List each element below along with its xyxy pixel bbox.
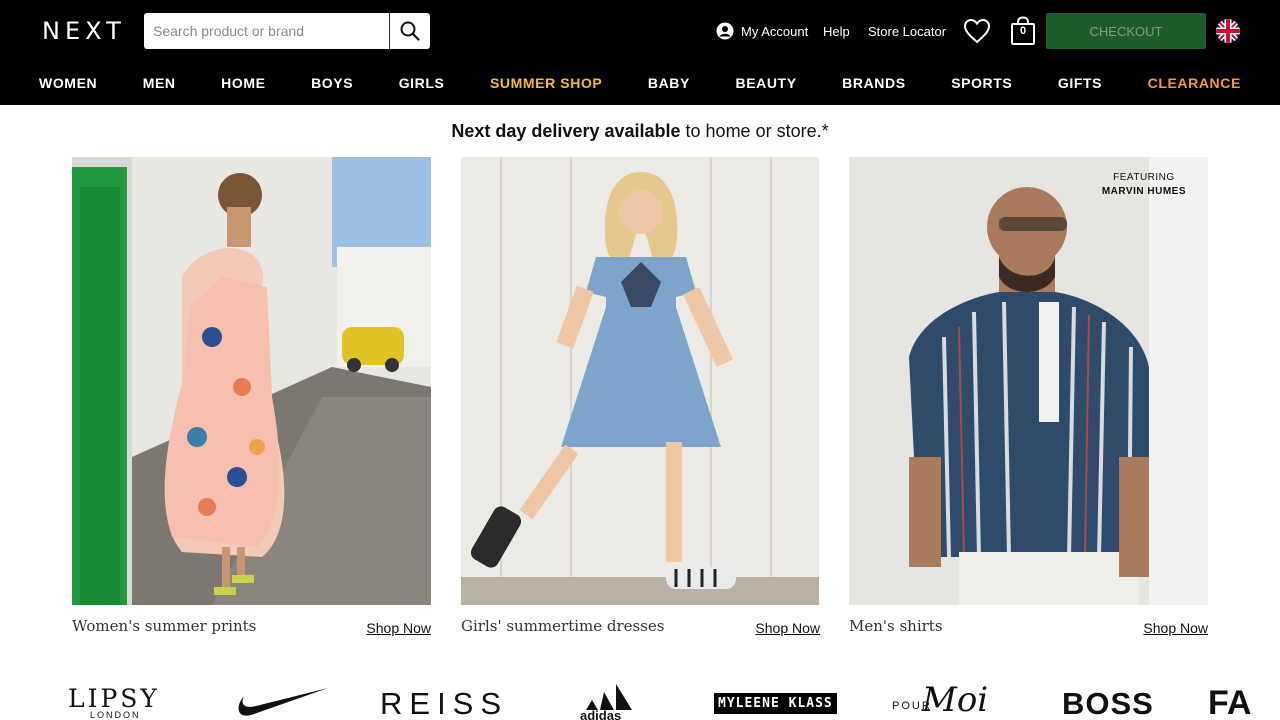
nav-baby[interactable]: BABY [648,75,690,91]
womens-summer-prints-image[interactable] [72,157,431,605]
fat-face-logo[interactable]: FA [1208,684,1251,720]
favourites-button[interactable] [963,18,991,49]
search-input[interactable] [144,13,389,49]
boss-logo[interactable]: BOSS [1062,686,1154,720]
uk-flag-icon [1216,19,1240,43]
delivery-rest: to home or store.* [680,121,829,141]
nav-boys[interactable]: BOYS [311,75,353,91]
nav-summer-shop[interactable]: SUMMER SHOP [490,75,602,91]
nav-home[interactable]: HOME [221,75,265,91]
shop-now-link[interactable]: Shop Now [1143,620,1208,636]
featuring-label: FEATURING MARVIN HUMES [1102,171,1186,199]
help-link[interactable]: Help [823,20,850,42]
shop-now-link[interactable]: Shop Now [366,620,431,636]
nav-beauty[interactable]: BEAUTY [735,75,796,91]
user-icon [716,22,734,40]
site-header: NEXT My Account Help Store Locator 0 C [0,0,1280,105]
nav-girls[interactable]: GIRLS [399,75,445,91]
store-locator-link[interactable]: Store Locator [868,20,946,42]
promo-tile-men: FEATURING MARVIN HUMES Men's shirts Shop… [849,157,1208,636]
my-account-link[interactable]: My Account [716,20,808,42]
delivery-bold: Next day delivery available [451,121,681,141]
adidas-stripes-icon [586,684,632,710]
featuring-name: MARVIN HUMES [1101,186,1186,197]
promo-tile-girls: Girls' summertime dresses Shop Now [461,157,820,636]
mens-shirts-image[interactable]: FEATURING MARVIN HUMES [849,157,1208,605]
tile-caption: Men's shirts [849,617,943,635]
girls-summertime-dresses-image[interactable] [461,157,820,605]
nike-logo[interactable] [232,686,330,720]
nav-clearance[interactable]: CLEARANCE [1148,75,1241,91]
nav-sports[interactable]: SPORTS [951,75,1012,91]
lipsy-logo-sub: LONDON [90,710,141,720]
myleene-klass-logo[interactable]: MYLEENE KLASS [714,693,837,714]
shop-now-link[interactable]: Shop Now [755,620,820,636]
tile-caption: Girls' summertime dresses [461,617,665,635]
nav-brands[interactable]: BRANDS [842,75,906,91]
nav-women[interactable]: WOMEN [39,75,97,91]
featuring-text: FEATURING [1113,172,1175,183]
heart-icon [963,18,991,44]
search-button[interactable] [389,13,430,49]
reiss-logo[interactable]: REISS [380,686,508,720]
next-logo[interactable]: NEXT [42,17,126,45]
search-box [144,13,430,49]
country-selector[interactable] [1216,19,1240,43]
tile-caption: Women's summer prints [72,617,257,635]
checkout-button[interactable]: CHECKOUT [1046,13,1206,49]
shopping-bag-button[interactable]: 0 [1010,16,1036,46]
main-nav: WOMEN MEN HOME BOYS GIRLS SUMMER SHOP BA… [0,62,1280,104]
nav-gifts[interactable]: GIFTS [1058,75,1102,91]
bag-count: 0 [1019,25,1027,37]
brand-strip: LIPSY LONDON REISS adidas MYLEENE KLASS … [0,676,1280,720]
nav-men[interactable]: MEN [143,75,176,91]
adidas-wordmark: adidas [580,708,622,720]
nike-swoosh-icon [238,688,328,716]
lipsy-logo[interactable]: LIPSY [68,684,160,713]
promo-tile-women: Women's summer prints Shop Now [72,157,431,636]
my-account-label: My Account [741,23,809,39]
delivery-banner[interactable]: Next day delivery available to home or s… [0,121,1280,142]
search-icon [400,21,420,41]
pour-moi-logo-moi[interactable]: Moi [922,680,988,720]
